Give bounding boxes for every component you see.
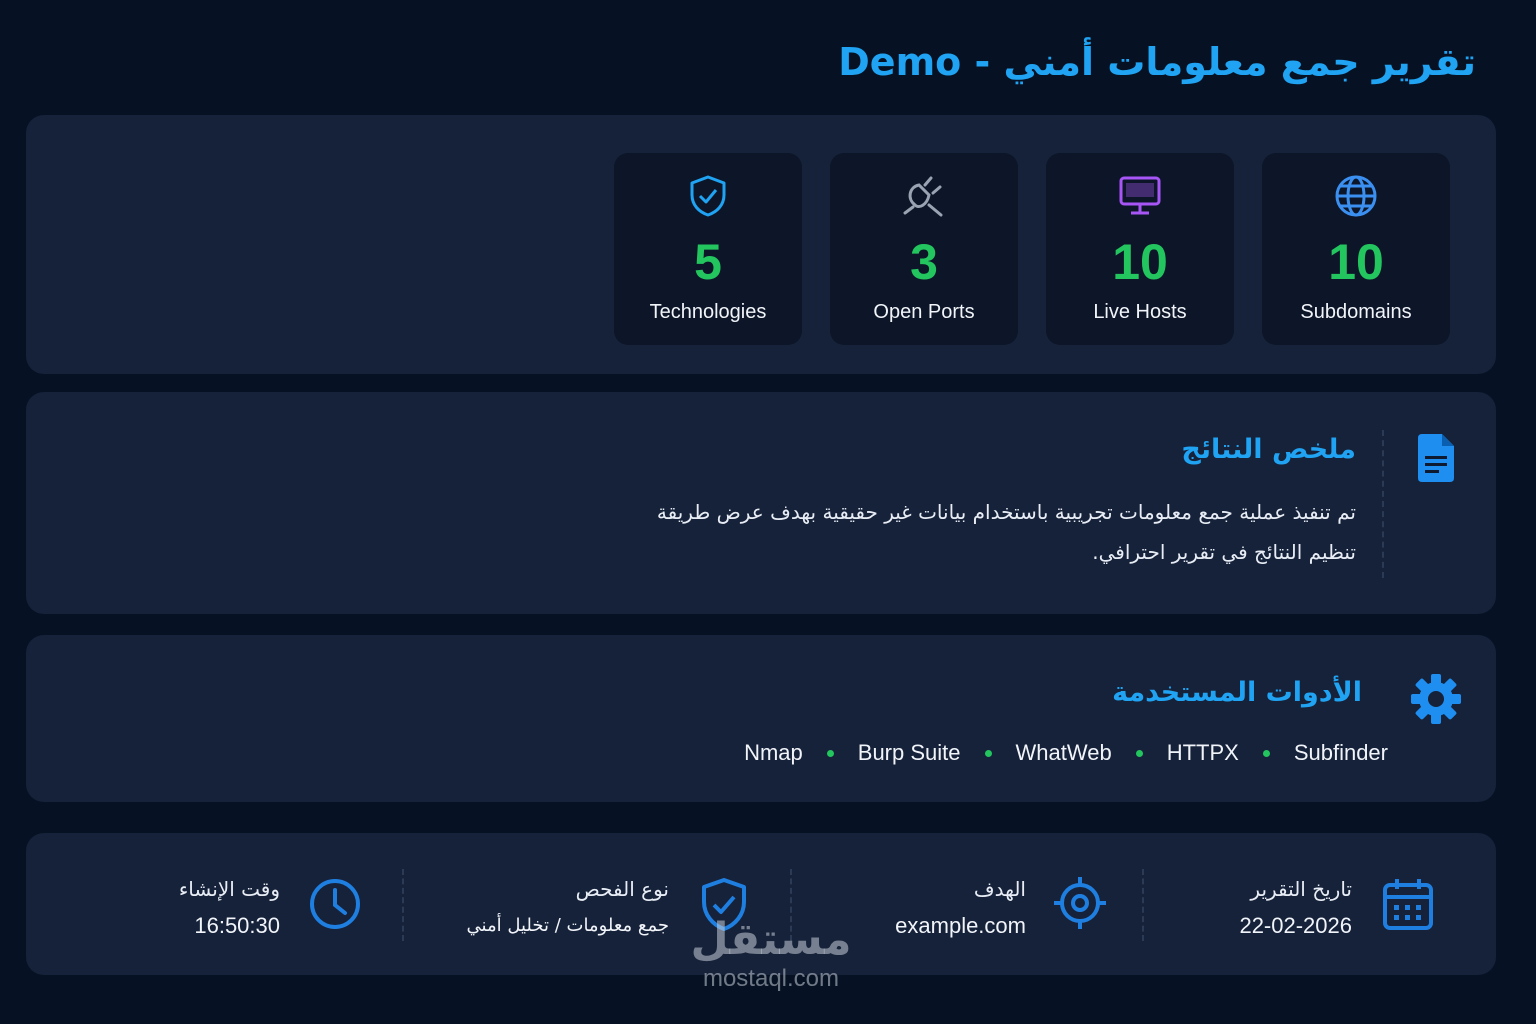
plug-icon [830,173,1018,219]
monitor-icon [1046,173,1234,219]
scan-type-label: نوع الفحص [575,877,669,901]
report-date-label: تاريخ التقرير [1250,877,1352,901]
divider [1142,869,1144,941]
divider [1382,430,1384,578]
report-date-value: 22-02-2026 [1239,913,1352,938]
stat-value: 10 [1112,234,1168,290]
summary-panel: ملخص النتائج تم تنفيذ عملية جمع معلومات … [26,392,1496,614]
stat-card-subdomains: 10 Subdomains [1262,153,1450,345]
tool-item: Burp Suite [857,740,961,765]
tools-list: Nmap Burp Suite WhatWeb HTTPX Subfinder [744,740,1388,766]
stat-card-open-ports: 3 Open Ports [830,153,1018,345]
creation-time-value: 16:50:30 [194,913,280,938]
bullet-icon [1262,749,1270,757]
bullet-icon [1135,749,1143,757]
stats-panel: 10 Subdomains 10 Live Hosts 3 Open Ports… [26,115,1496,374]
stat-value: 3 [910,234,938,290]
tool-item: HTTPX [1166,740,1239,765]
target-value: example.com [895,913,1026,938]
creation-time-label: وقت الإنشاء [178,877,280,901]
watermark: مستقل mostaql.com [676,915,866,993]
stat-label: Live Hosts [1093,301,1187,323]
tool-item: Subfinder [1293,740,1388,765]
page-title: تقرير جمع معلومات أمني - Demo [838,40,1476,84]
bullet-icon [826,749,834,757]
stat-label: Subdomains [1300,301,1412,323]
gear-icon [1408,671,1464,731]
stat-label: Open Ports [873,301,975,323]
tools-title: الأدوات المستخدمة [1112,677,1362,708]
tool-item: Nmap [744,740,803,765]
shield-check-icon [614,173,802,219]
watermark-arabic: مستقل [690,914,852,965]
clock-icon [308,877,362,935]
watermark-latin: mostaql.com [702,965,840,992]
summary-text: تم تنفيذ عملية جمع معلومات تجريبية باستخ… [656,500,1356,564]
stat-value: 5 [694,234,722,290]
target-icon [1052,875,1108,935]
globe-icon [1262,173,1450,219]
bullet-icon [984,749,992,757]
divider [402,869,404,941]
scan-type-value: جمع معلومات / تخليل أمني [466,915,669,936]
tools-panel: الأدوات المستخدمة Nmap Burp Suite WhatWe… [26,635,1496,802]
stat-card-technologies: 5 Technologies [614,153,802,345]
tool-item: WhatWeb [1015,740,1112,765]
stat-value: 10 [1328,234,1384,290]
stat-label: Technologies [649,301,767,323]
target-label: الهدف [973,877,1026,901]
calendar-icon [1382,877,1434,935]
document-icon [1414,432,1458,488]
summary-title: ملخص النتائج [1181,434,1356,465]
stat-card-live-hosts: 10 Live Hosts [1046,153,1234,345]
